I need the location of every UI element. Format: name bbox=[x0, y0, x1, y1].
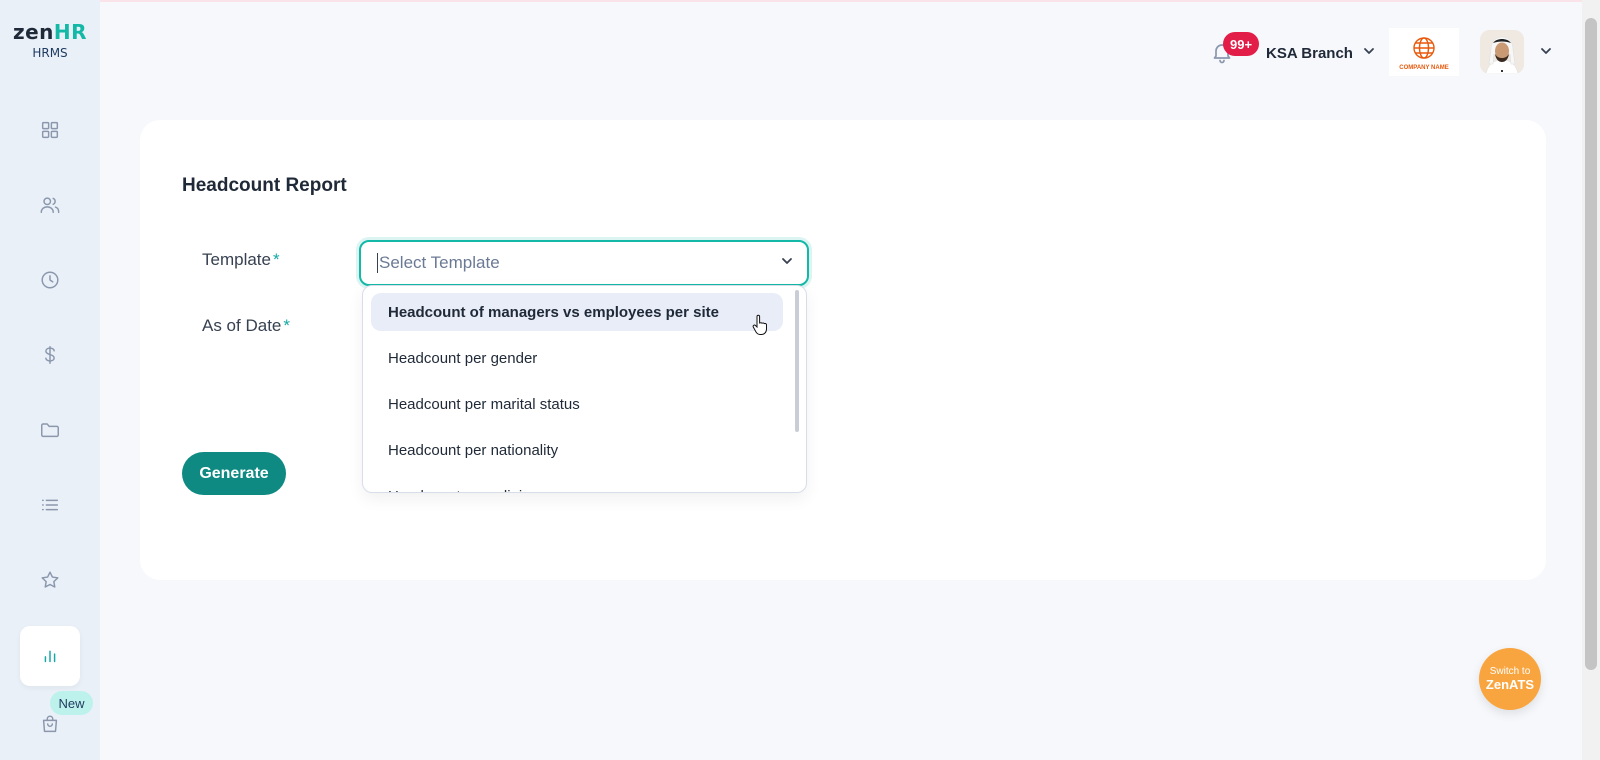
report-card bbox=[140, 120, 1546, 580]
as-of-date-label: As of Date * bbox=[202, 316, 290, 336]
sidebar-item-documents[interactable] bbox=[20, 400, 80, 460]
dropdown-option[interactable]: Headcount per religion bbox=[371, 477, 783, 493]
top-border bbox=[0, 0, 1600, 2]
required-marker: * bbox=[283, 316, 290, 335]
switch-to-zenats-button[interactable]: Switch to ZenATS bbox=[1479, 648, 1541, 710]
generate-button[interactable]: Generate bbox=[182, 452, 286, 495]
dropdown-option[interactable]: Headcount per gender bbox=[371, 339, 783, 377]
page-scrollbar-thumb[interactable] bbox=[1585, 18, 1597, 670]
dashboard-icon bbox=[41, 121, 59, 139]
list-icon bbox=[41, 499, 59, 511]
required-marker: * bbox=[272, 250, 280, 269]
company-name: COMPANY NAME bbox=[1399, 64, 1449, 71]
users-icon bbox=[40, 197, 60, 214]
bar-chart-icon bbox=[44, 650, 56, 663]
switch-line1: Switch to bbox=[1489, 666, 1531, 677]
sidebar-item-reports[interactable] bbox=[20, 626, 80, 686]
as-of-date-label-text: As of Date bbox=[202, 316, 282, 335]
sidebar-item-dashboard[interactable] bbox=[20, 100, 80, 160]
profile-menu-chevron[interactable] bbox=[1540, 44, 1552, 62]
template-label: Template * bbox=[202, 250, 280, 270]
globe-icon bbox=[1413, 36, 1435, 59]
zenhr-logo[interactable]: zenHR HRMS bbox=[0, 20, 100, 60]
sidebar-item-performance[interactable] bbox=[20, 550, 80, 610]
template-select-placeholder: Select Template bbox=[377, 253, 500, 273]
chevron-down-icon bbox=[1541, 48, 1551, 54]
avatar[interactable] bbox=[1480, 30, 1524, 74]
shopping-bag-icon bbox=[42, 715, 58, 733]
logo-suffix: HR bbox=[53, 20, 88, 44]
dropdown-option[interactable]: Headcount of managers vs employees per s… bbox=[371, 293, 783, 331]
sidebar-item-lists[interactable] bbox=[20, 475, 80, 535]
template-dropdown-menu[interactable]: Headcount of managers vs employees per s… bbox=[362, 285, 807, 493]
page-title: Headcount Report bbox=[182, 175, 347, 196]
user-avatar-image bbox=[1480, 30, 1524, 74]
dropdown-scrollbar[interactable] bbox=[795, 290, 799, 432]
sidebar-item-payroll[interactable] bbox=[20, 325, 80, 385]
folder-icon bbox=[41, 423, 59, 438]
star-icon bbox=[41, 571, 59, 588]
template-select[interactable]: Select Template bbox=[359, 240, 809, 286]
chevron-down-icon bbox=[781, 254, 793, 272]
switch-line2: ZenATS bbox=[1485, 677, 1535, 692]
branch-selector[interactable]: KSA Branch bbox=[1266, 42, 1375, 64]
dollar-icon bbox=[45, 346, 55, 364]
dropdown-option[interactable]: Headcount per marital status bbox=[371, 385, 783, 423]
hand-cursor-icon bbox=[752, 314, 768, 335]
company-logo[interactable]: COMPANY NAME bbox=[1389, 28, 1459, 76]
sidebar-item-marketplace[interactable] bbox=[20, 701, 80, 747]
template-label-text: Template bbox=[202, 250, 271, 269]
logo-subtitle: HRMS bbox=[32, 46, 68, 60]
chevron-down-icon bbox=[1363, 44, 1375, 62]
sidebar: zenHR HRMS New bbox=[0, 0, 100, 760]
dropdown-option[interactable]: Headcount per nationality bbox=[371, 431, 783, 469]
sidebar-item-employees[interactable] bbox=[20, 175, 80, 235]
logo-prefix: zen bbox=[12, 20, 54, 44]
sidebar-item-attendance[interactable] bbox=[20, 250, 80, 310]
clock-icon bbox=[41, 271, 59, 289]
notification-count-badge: 99+ bbox=[1223, 32, 1260, 56]
branch-label: KSA Branch bbox=[1266, 44, 1353, 62]
